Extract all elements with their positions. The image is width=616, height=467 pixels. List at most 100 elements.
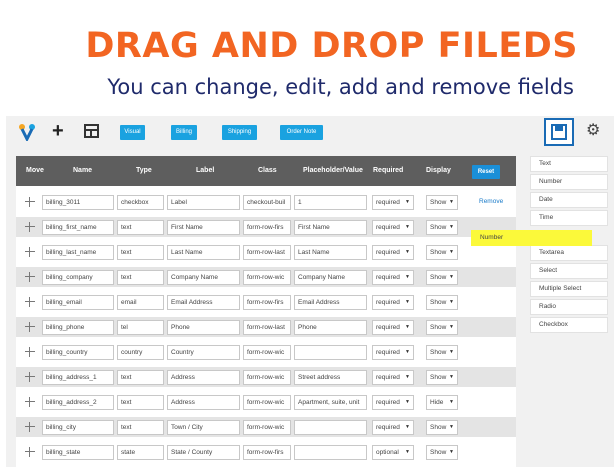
name-input[interactable]: billing_address_1 — [42, 370, 114, 385]
class-input[interactable]: form-row-wic — [243, 270, 291, 285]
placeholder-input[interactable]: Company Name — [294, 270, 367, 285]
display-select[interactable]: Show ▼ — [426, 445, 458, 460]
drag-handle-icon[interactable] — [25, 422, 35, 432]
label-input[interactable]: State / County — [167, 445, 240, 460]
display-select[interactable]: Show ▼ — [426, 270, 458, 285]
layout-icon[interactable] — [84, 124, 99, 138]
class-input[interactable]: form-row-wic — [243, 420, 291, 435]
required-select[interactable]: required ▼ — [372, 270, 414, 285]
palette-item-textarea[interactable]: Textarea — [530, 245, 608, 261]
name-input[interactable]: billing_company — [42, 270, 114, 285]
placeholder-input[interactable]: Phone — [294, 320, 367, 335]
drag-handle-icon[interactable] — [25, 372, 35, 382]
palette-item-multiple-select[interactable]: Multiple Select — [530, 281, 608, 297]
label-input[interactable]: Company Name — [167, 270, 240, 285]
required-select[interactable]: optional ▼ — [372, 445, 414, 460]
name-input[interactable]: billing_phone — [42, 320, 114, 335]
display-select[interactable]: Show ▼ — [426, 370, 458, 385]
type-input[interactable]: text — [117, 270, 164, 285]
palette-item-select[interactable]: Select — [530, 263, 608, 279]
name-input[interactable]: billing_country — [42, 345, 114, 360]
required-select[interactable]: required ▼ — [372, 395, 414, 410]
display-select[interactable]: Show ▼ — [426, 195, 458, 210]
display-select[interactable]: Show ▼ — [426, 245, 458, 260]
required-select[interactable]: required ▼ — [372, 220, 414, 235]
drag-handle-icon[interactable] — [25, 447, 35, 457]
tab-order-note[interactable]: Order Note — [280, 125, 323, 140]
placeholder-input[interactable]: First Name — [294, 220, 367, 235]
label-input[interactable]: First Name — [167, 220, 240, 235]
palette-item-checkbox[interactable]: Checkbox — [530, 317, 608, 333]
remove-link[interactable]: Remove — [479, 195, 503, 209]
palette-item-number[interactable]: Number — [530, 174, 608, 190]
label-input[interactable]: Phone — [167, 320, 240, 335]
display-select[interactable]: Show ▼ — [426, 420, 458, 435]
drag-handle-icon[interactable] — [25, 197, 35, 207]
name-input[interactable]: billing_3011 — [42, 195, 114, 210]
class-input[interactable]: form-row-wic — [243, 345, 291, 360]
save-button[interactable] — [544, 118, 574, 146]
placeholder-input[interactable] — [294, 345, 367, 360]
display-select[interactable]: Show ▼ — [426, 320, 458, 335]
type-input[interactable]: email — [117, 295, 164, 310]
type-input[interactable]: text — [117, 245, 164, 260]
placeholder-input[interactable]: Street address — [294, 370, 367, 385]
display-select[interactable]: Hide ▼ — [426, 395, 458, 410]
class-input[interactable]: form-row-last — [243, 245, 291, 260]
name-input[interactable]: billing_city — [42, 420, 114, 435]
display-select[interactable]: Show ▼ — [426, 345, 458, 360]
label-input[interactable]: Town / City — [167, 420, 240, 435]
placeholder-input[interactable] — [294, 420, 367, 435]
required-select[interactable]: required ▼ — [372, 370, 414, 385]
type-input[interactable]: text — [117, 420, 164, 435]
class-input[interactable]: form-row-wic — [243, 395, 291, 410]
required-select[interactable]: required ▼ — [372, 320, 414, 335]
tab-visual[interactable]: Visual — [120, 125, 145, 140]
required-select[interactable]: required ▼ — [372, 195, 414, 210]
class-input[interactable]: checkout-buil — [243, 195, 291, 210]
label-input[interactable]: Address — [167, 370, 240, 385]
class-input[interactable]: form-row-last — [243, 320, 291, 335]
drag-handle-icon[interactable] — [25, 322, 35, 332]
add-field-icon[interactable]: + — [52, 120, 64, 142]
class-input[interactable]: form-row-wic — [243, 370, 291, 385]
placeholder-input[interactable]: 1 — [294, 195, 367, 210]
class-input[interactable]: form-row-firs — [243, 220, 291, 235]
name-input[interactable]: billing_first_name — [42, 220, 114, 235]
class-input[interactable]: form-row-firs — [243, 445, 291, 460]
drag-handle-icon[interactable] — [25, 297, 35, 307]
name-input[interactable]: billing_email — [42, 295, 114, 310]
type-input[interactable]: country — [117, 345, 164, 360]
drag-handle-icon[interactable] — [25, 272, 35, 282]
display-select[interactable]: Show ▼ — [426, 295, 458, 310]
placeholder-input[interactable]: Email Address — [294, 295, 367, 310]
required-select[interactable]: required ▼ — [372, 345, 414, 360]
required-select[interactable]: required ▼ — [372, 420, 414, 435]
type-input[interactable]: text — [117, 220, 164, 235]
gear-icon[interactable]: ⚙ — [586, 122, 600, 140]
required-select[interactable]: required ▼ — [372, 295, 414, 310]
type-input[interactable]: state — [117, 445, 164, 460]
placeholder-input[interactable]: Last Name — [294, 245, 367, 260]
label-input[interactable]: Label — [167, 195, 240, 210]
drag-handle-icon[interactable] — [25, 222, 35, 232]
label-input[interactable]: Address — [167, 395, 240, 410]
palette-item-date[interactable]: Date — [530, 192, 608, 208]
name-input[interactable]: billing_state — [42, 445, 114, 460]
palette-item-time[interactable]: Time — [530, 210, 608, 226]
placeholder-input[interactable]: Apartment, suite, unit — [294, 395, 367, 410]
reset-button[interactable]: Reset — [472, 165, 500, 179]
tab-billing[interactable]: Billing — [171, 125, 197, 140]
drag-handle-icon[interactable] — [25, 347, 35, 357]
label-input[interactable]: Email Address — [167, 295, 240, 310]
drag-handle-icon[interactable] — [25, 397, 35, 407]
type-input[interactable]: checkbox — [117, 195, 164, 210]
display-select[interactable]: Show ▼ — [426, 220, 458, 235]
drag-handle-icon[interactable] — [25, 247, 35, 257]
name-input[interactable]: billing_address_2 — [42, 395, 114, 410]
label-input[interactable]: Last Name — [167, 245, 240, 260]
type-input[interactable]: text — [117, 395, 164, 410]
palette-item-text[interactable]: Text — [530, 156, 608, 172]
tab-shipping[interactable]: Shipping — [222, 125, 257, 140]
placeholder-input[interactable] — [294, 445, 367, 460]
